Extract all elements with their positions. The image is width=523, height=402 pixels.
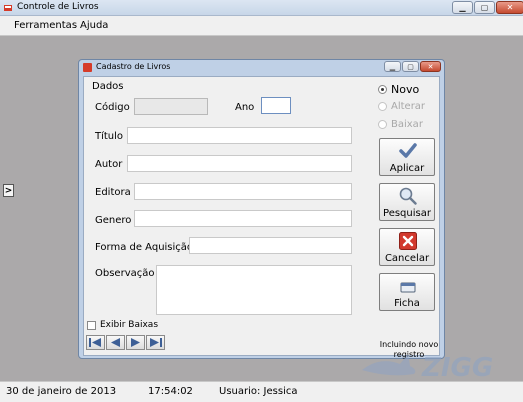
autor-field[interactable]: [127, 155, 352, 172]
close-icon: ✕: [427, 62, 434, 71]
cancelar-button[interactable]: Cancelar: [379, 228, 435, 266]
nav-previous-button[interactable]: [106, 335, 125, 350]
card-icon: [400, 282, 416, 293]
dialog-titlebar[interactable]: Cadastro de Livros ▁ ▢ ✕: [79, 60, 444, 75]
window-title: Controle de Livros: [17, 2, 99, 12]
aplicar-button[interactable]: Aplicar: [379, 138, 435, 176]
svg-text:ZIGG: ZIGG: [421, 353, 493, 380]
forma-aquisicao-field[interactable]: [189, 237, 352, 254]
next-record-icon: [131, 338, 140, 347]
app-icon: [4, 5, 12, 11]
close-button[interactable]: ✕: [496, 1, 523, 14]
last-record-icon: [150, 338, 162, 347]
autor-label: Autor: [95, 159, 123, 170]
observacao-label: Observação: [95, 268, 155, 279]
ficha-label: Ficha: [394, 298, 420, 309]
red-x-icon: [399, 232, 417, 250]
editora-label: Editora: [95, 187, 131, 198]
radio-dot: [378, 120, 387, 129]
radio-novo[interactable]: Novo: [378, 83, 419, 96]
nav-first-button[interactable]: [86, 335, 105, 350]
checkbox-box: [87, 320, 96, 330]
editora-field[interactable]: [134, 183, 352, 200]
maximize-button[interactable]: ▢: [474, 1, 495, 14]
status-time: 17:54:02: [148, 386, 193, 397]
forma-aquisicao-label: Forma de Aquisição: [95, 242, 194, 253]
zigg-watermark: ZIGG: [360, 350, 510, 383]
pesquisar-button[interactable]: Pesquisar: [379, 183, 435, 221]
ano-label: Ano: [235, 102, 255, 113]
radio-alterar-label: Alterar: [391, 101, 426, 112]
titulo-label: Título: [95, 131, 124, 142]
status-date: 30 de janeiro de 2013: [6, 386, 117, 397]
ano-field[interactable]: [261, 97, 291, 114]
cancelar-label: Cancelar: [384, 253, 430, 264]
minimize-icon: ▁: [459, 3, 466, 12]
codigo-label: Código: [95, 102, 130, 113]
radio-novo-label: Novo: [391, 83, 420, 96]
maximize-icon: ▢: [480, 3, 489, 12]
side-panel-toggle[interactable]: >: [3, 184, 14, 197]
nav-next-button[interactable]: [126, 335, 145, 350]
menu-ajuda[interactable]: Ajuda: [80, 20, 108, 31]
dialog-client-area: Dados Código Ano Título Autor Editora Ge…: [83, 76, 440, 359]
minimize-button[interactable]: ▁: [452, 1, 473, 14]
titulo-field[interactable]: [127, 127, 352, 144]
main-window-titlebar[interactable]: Controle de Livros ▁ ▢ ✕: [0, 0, 523, 16]
exibir-baixas-checkbox[interactable]: Exibir Baixas: [87, 320, 158, 330]
genero-field[interactable]: [134, 210, 352, 227]
first-record-icon: [89, 338, 101, 347]
dialog-maximize-button[interactable]: ▢: [402, 61, 419, 72]
maximize-icon: ▢: [407, 62, 414, 71]
nav-last-button[interactable]: [146, 335, 165, 350]
radio-baixar-label: Baixar: [391, 119, 423, 130]
ficha-button[interactable]: Ficha: [379, 273, 435, 311]
radio-alterar[interactable]: Alterar: [378, 101, 425, 112]
minimize-icon: ▁: [389, 62, 396, 71]
dialog-book-icon: [83, 63, 92, 72]
previous-record-icon: [111, 338, 120, 347]
status-bar: 30 de janeiro de 2013 17:54:02 Usuario: …: [0, 381, 523, 402]
shark-logo: ZIGG: [362, 353, 493, 383]
menu-ferramentas[interactable]: Ferramentas: [14, 20, 77, 31]
pesquisar-label: Pesquisar: [383, 208, 431, 219]
exibir-baixas-label: Exibir Baixas: [100, 320, 159, 330]
close-icon: ✕: [506, 3, 514, 12]
codigo-field[interactable]: [134, 98, 208, 115]
status-user: Usuario: Jessica: [219, 386, 298, 397]
aplicar-label: Aplicar: [389, 163, 425, 174]
radio-dot: [378, 102, 387, 111]
dialog-title: Cadastro de Livros: [96, 62, 171, 71]
dialog-minimize-button[interactable]: ▁: [384, 61, 401, 72]
radio-baixar[interactable]: Baixar: [378, 119, 423, 130]
group-label-dados: Dados: [92, 81, 124, 92]
genero-label: Genero: [95, 215, 132, 226]
radio-dot: [378, 85, 387, 94]
checkmark-icon: [399, 143, 417, 158]
menu-bar: Ferramentas Ajuda: [0, 16, 523, 36]
magnifier-icon: [399, 187, 417, 205]
dialog-close-button[interactable]: ✕: [420, 61, 441, 72]
cadastro-dialog: Cadastro de Livros ▁ ▢ ✕ Dados Código An…: [78, 59, 445, 359]
observacao-field[interactable]: [156, 265, 352, 315]
